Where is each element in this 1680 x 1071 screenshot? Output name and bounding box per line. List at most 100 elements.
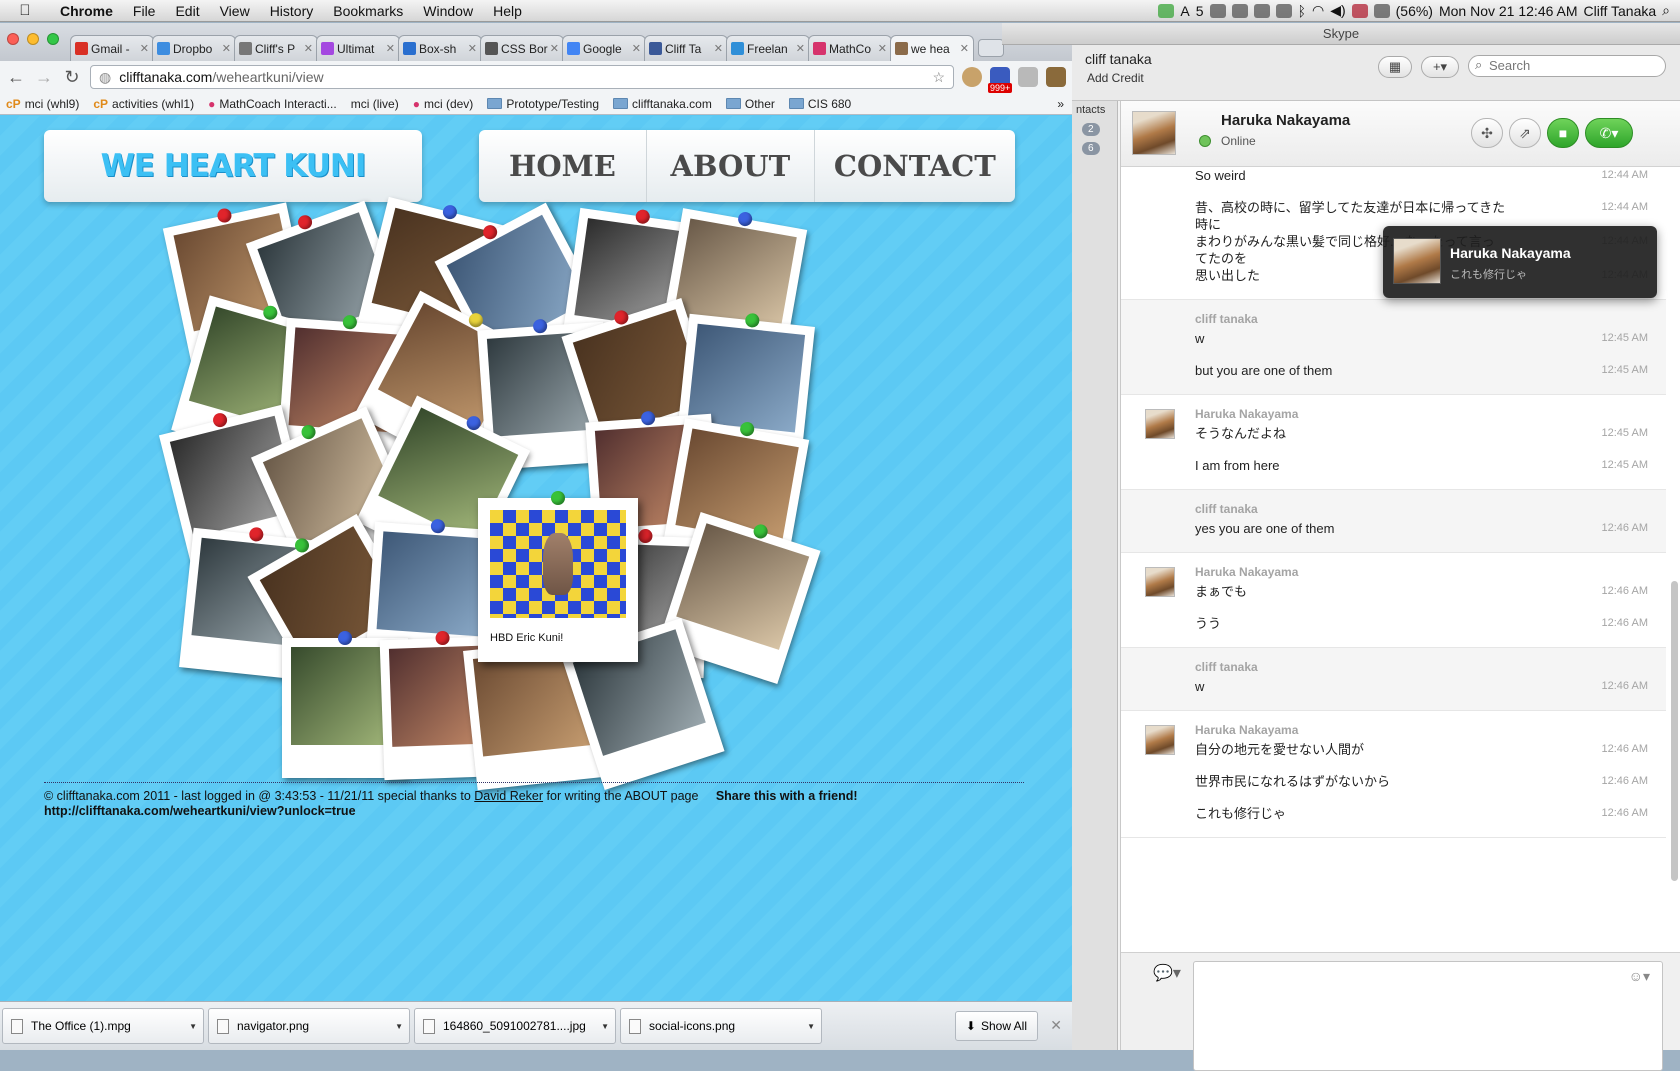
bookmark-mathcoach[interactable]: ● MathCoach Interacti... bbox=[208, 97, 337, 111]
apple-icon[interactable]:  bbox=[0, 2, 50, 19]
tab-close-icon[interactable]: ✕ bbox=[714, 42, 723, 55]
notes-icon[interactable] bbox=[1231, 3, 1248, 18]
volume-icon[interactable]: ◀) bbox=[1330, 2, 1345, 19]
bookmark-mci-dev[interactable]: ● mci (dev) bbox=[413, 97, 474, 111]
download-item[interactable]: 164860_5091002781....jpg ▼ bbox=[414, 1008, 616, 1044]
browser-tab[interactable]: Dropbo ✕ bbox=[152, 35, 236, 61]
browser-tab[interactable]: Freelan ✕ bbox=[726, 35, 810, 61]
contacts-tab[interactable]: ntacts bbox=[1072, 101, 1117, 120]
close-shelf-icon[interactable]: ✕ bbox=[1050, 1017, 1062, 1034]
download-menu-arrow-icon[interactable]: ▼ bbox=[807, 1022, 815, 1031]
bookmark-folder-cis680[interactable]: CIS 680 bbox=[788, 97, 851, 111]
battery-icon[interactable] bbox=[1373, 3, 1390, 18]
tab-close-icon[interactable]: ✕ bbox=[878, 42, 887, 55]
skype-status-icon[interactable] bbox=[1158, 3, 1175, 18]
menu-window[interactable]: Window bbox=[413, 3, 483, 19]
browser-tab[interactable]: we hea ✕ bbox=[890, 35, 974, 61]
menubar-clock[interactable]: Mon Nov 21 12:46 AM bbox=[1439, 3, 1578, 19]
minimize-window-button[interactable] bbox=[27, 33, 39, 45]
tab-close-icon[interactable]: ✕ bbox=[304, 42, 313, 55]
menu-bookmarks[interactable]: Bookmarks bbox=[323, 3, 413, 19]
unread-badge-row[interactable]: 6 bbox=[1072, 139, 1117, 158]
message-notification[interactable]: Haruka Nakayama これも修行じゃ bbox=[1383, 226, 1657, 298]
download-menu-arrow-icon[interactable]: ▼ bbox=[395, 1022, 403, 1031]
nav-home[interactable]: HOME bbox=[479, 130, 647, 202]
menu-file[interactable]: File bbox=[123, 3, 166, 19]
forward-arrow-icon[interactable]: → bbox=[34, 67, 54, 88]
browser-tab[interactable]: CSS Bor ✕ bbox=[480, 35, 564, 61]
share-url[interactable]: http://clifftanaka.com/weheartkuni/view?… bbox=[44, 804, 356, 818]
menubar-user[interactable]: Cliff Tanaka bbox=[1584, 3, 1657, 19]
reload-icon[interactable]: ↻ bbox=[62, 67, 82, 88]
adobe-icon[interactable]: A bbox=[1180, 3, 1189, 19]
cookie-extension-icon[interactable] bbox=[962, 67, 982, 87]
emoticon-icon[interactable]: ☺▾ bbox=[1629, 968, 1650, 985]
wrench-menu-icon[interactable] bbox=[1046, 67, 1066, 87]
input-flag-icon[interactable] bbox=[1351, 3, 1368, 18]
back-arrow-icon[interactable]: ← bbox=[6, 67, 26, 88]
tab-close-icon[interactable]: ✕ bbox=[468, 42, 477, 55]
download-item[interactable]: social-icons.png ▼ bbox=[620, 1008, 822, 1044]
download-extension-icon[interactable] bbox=[1018, 67, 1038, 87]
featured-polaroid[interactable]: HBD Eric Kuni! bbox=[478, 491, 638, 662]
download-item[interactable]: navigator.png ▼ bbox=[208, 1008, 410, 1044]
address-bar[interactable]: ◍ clifftanaka.com/weheartkuni/view ☆ bbox=[90, 65, 954, 89]
menu-edit[interactable]: Edit bbox=[165, 3, 209, 19]
browser-tab[interactable]: Box-sh ✕ bbox=[398, 35, 482, 61]
bookmark-star-icon[interactable]: ☆ bbox=[932, 69, 945, 86]
contact-avatar[interactable] bbox=[1132, 111, 1176, 155]
spotlight-icon[interactable]: ⌕ bbox=[1662, 2, 1670, 19]
tab-close-icon[interactable]: ✕ bbox=[796, 42, 805, 55]
wifi-icon[interactable]: ◠ bbox=[1312, 2, 1324, 19]
bookmark-folder-clifftanaka[interactable]: clifftanaka.com bbox=[613, 97, 712, 111]
add-people-icon[interactable]: ✣ bbox=[1471, 118, 1503, 148]
browser-tab[interactable]: Google ✕ bbox=[562, 35, 646, 61]
menu-view[interactable]: View bbox=[210, 3, 260, 19]
site-logo[interactable]: WE HEART KUNI bbox=[44, 130, 422, 202]
bookmark-mci-whl9[interactable]: cP mci (whl9) bbox=[6, 97, 79, 111]
browser-tab[interactable]: Gmail - ✕ bbox=[70, 35, 154, 61]
popout-icon[interactable]: ⇗ bbox=[1509, 118, 1541, 148]
footer-link-david-reker[interactable]: David Reker bbox=[474, 789, 543, 803]
browser-tab[interactable]: Cliff Ta ✕ bbox=[644, 35, 728, 61]
extension-badge-icon[interactable]: 999+ bbox=[988, 67, 1013, 93]
dialpad-button[interactable]: ▦ bbox=[1378, 56, 1412, 78]
tab-close-icon[interactable]: ✕ bbox=[550, 42, 559, 55]
show-all-downloads-button[interactable]: ⬇ Show All bbox=[954, 1011, 1038, 1041]
video-call-icon[interactable]: ■ bbox=[1547, 118, 1579, 148]
close-window-button[interactable] bbox=[7, 33, 19, 45]
menu-app-name[interactable]: Chrome bbox=[50, 3, 123, 19]
new-tab-button[interactable] bbox=[978, 39, 1004, 57]
bluetooth-icon[interactable]: ᛒ bbox=[1298, 3, 1306, 19]
bookmark-folder-other[interactable]: Other bbox=[725, 97, 775, 111]
unread-badge-row[interactable]: 2 bbox=[1072, 120, 1117, 139]
zoom-window-button[interactable] bbox=[47, 33, 59, 45]
tab-close-icon[interactable]: ✕ bbox=[222, 42, 231, 55]
nav-about[interactable]: ABOUT bbox=[647, 130, 815, 202]
menu-help[interactable]: Help bbox=[483, 3, 532, 19]
chat-bubble-icon[interactable]: 💬▾ bbox=[1153, 963, 1181, 983]
browser-tab[interactable]: Ultimat ✕ bbox=[316, 35, 400, 61]
bookmark-activities[interactable]: cP activities (whl1) bbox=[93, 97, 194, 111]
chat-scrollbar[interactable] bbox=[1671, 581, 1678, 881]
add-contact-button[interactable]: +▾ bbox=[1421, 56, 1459, 78]
dropbox-icon[interactable] bbox=[1209, 3, 1226, 18]
contact-list-strip[interactable]: ntacts 2 6 bbox=[1072, 101, 1118, 1050]
browser-tab[interactable]: MathCo ✕ bbox=[808, 35, 892, 61]
download-menu-arrow-icon[interactable]: ▼ bbox=[601, 1022, 609, 1031]
tab-close-icon[interactable]: ✕ bbox=[140, 42, 149, 55]
download-menu-arrow-icon[interactable]: ▼ bbox=[189, 1022, 197, 1031]
browser-tab[interactable]: Cliff's P ✕ bbox=[234, 35, 318, 61]
call-button[interactable]: ✆▾ bbox=[1585, 118, 1633, 148]
skype-username[interactable]: cliff tanaka bbox=[1085, 51, 1152, 67]
menu-history[interactable]: History bbox=[260, 3, 324, 19]
tab-close-icon[interactable]: ✕ bbox=[632, 42, 641, 55]
bookmark-folder-prototype[interactable]: Prototype/Testing bbox=[487, 97, 599, 111]
download-item[interactable]: The Office (1).mpg ▼ bbox=[2, 1008, 204, 1044]
display-icon[interactable] bbox=[1275, 3, 1292, 18]
add-credit-link[interactable]: Add Credit bbox=[1087, 71, 1144, 85]
time-machine-icon[interactable] bbox=[1253, 3, 1270, 18]
nav-contact[interactable]: CONTACT bbox=[815, 130, 1015, 202]
bookmark-mci-live[interactable]: mci (live) bbox=[351, 97, 399, 111]
tab-close-icon[interactable]: ✕ bbox=[960, 42, 969, 55]
